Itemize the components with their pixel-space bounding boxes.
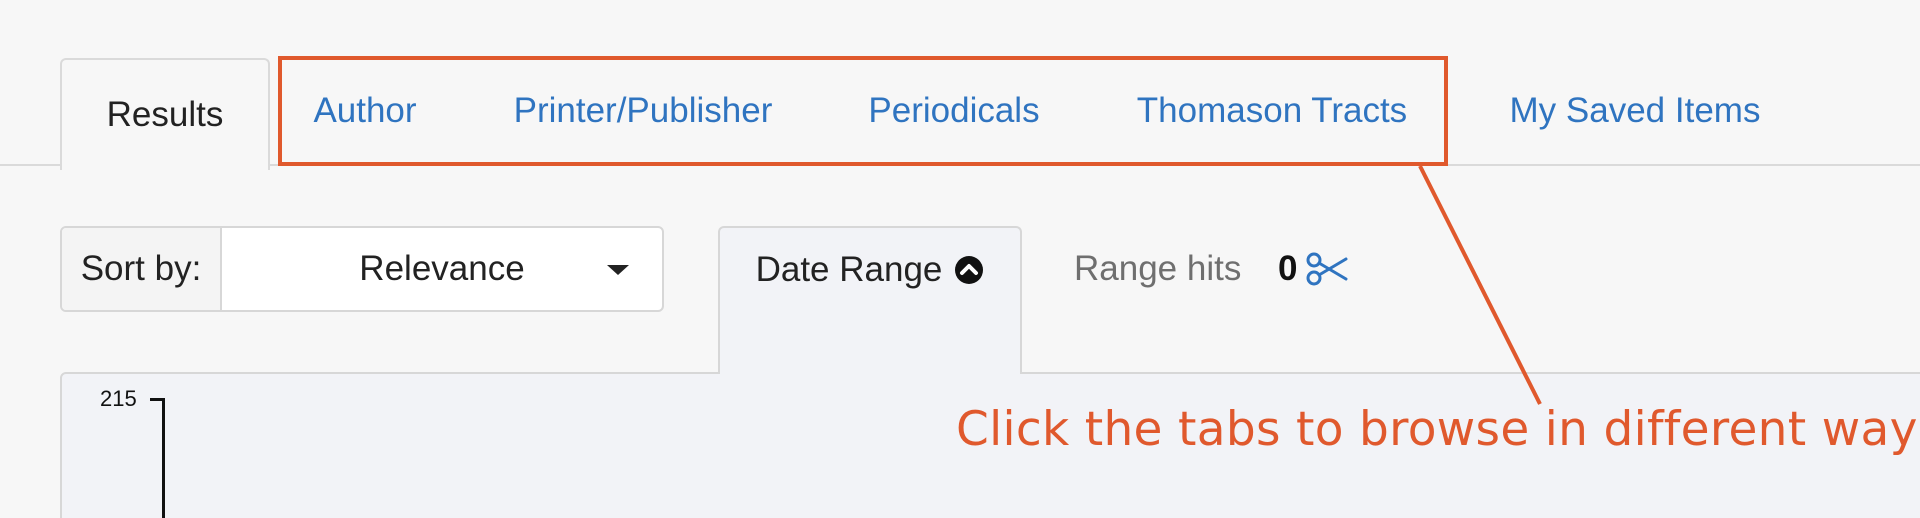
tab-printer-publisher[interactable]: Printer/Publisher (488, 58, 798, 164)
tab-label: Author (313, 91, 417, 130)
tab-label: Results (106, 95, 224, 134)
tab-label: Printer/Publisher (513, 91, 773, 130)
scissors-icon[interactable] (1306, 251, 1348, 287)
tab-my-saved-items[interactable]: My Saved Items (1478, 58, 1792, 164)
range-hits-count: 0 (1278, 249, 1298, 288)
sort-control: Sort by: Relevance (60, 226, 664, 312)
sort-selected-value: Relevance (359, 249, 525, 288)
annotation-text: Click the tabs to browse in different wa… (956, 402, 1920, 457)
sort-label: Sort by: (62, 228, 222, 310)
tab-thomason-tracts[interactable]: Thomason Tracts (1110, 58, 1434, 164)
tab-periodicals[interactable]: Periodicals (848, 58, 1060, 164)
tab-author[interactable]: Author (290, 58, 440, 164)
tab-results[interactable]: Results (60, 58, 270, 170)
y-axis (162, 398, 165, 518)
tab-label: My Saved Items (1509, 91, 1761, 130)
tab-label: Thomason Tracts (1136, 91, 1408, 130)
page: Results Author Printer/Publisher Periodi… (0, 0, 1920, 518)
range-hits-label: Range hits (1074, 249, 1242, 288)
y-axis-max-label: 215 (100, 386, 137, 411)
date-range-label: Date Range (755, 250, 943, 289)
chevron-up-circle-icon (955, 256, 984, 284)
sort-select[interactable]: Relevance (222, 228, 662, 310)
tab-label: Periodicals (868, 91, 1040, 130)
caret-down-icon (607, 265, 629, 275)
tabs-divider (0, 164, 1920, 166)
date-range-tab[interactable]: Date Range (718, 226, 1022, 374)
